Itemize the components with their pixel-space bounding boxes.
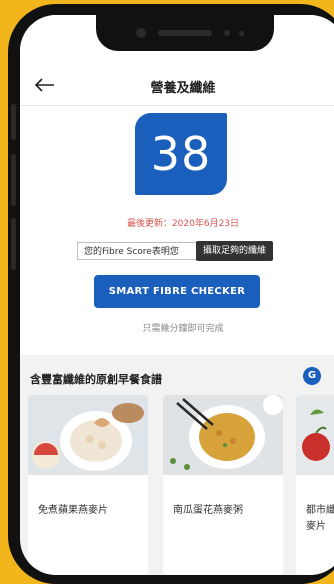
apple-oats-bowl-image: [28, 395, 148, 475]
tooltip: 攝取足夠的纖維: [196, 241, 274, 261]
brand-badge-icon[interactable]: G: [303, 367, 321, 385]
recipe-name: 南瓜蛋花燕麥粥: [173, 505, 243, 516]
sensor-icon: [224, 30, 230, 36]
smart-fibre-checker-button[interactable]: SMART FIBRE CHECKER: [94, 275, 260, 308]
app-screen: 營養及纖維 38 最後更新：2020年6月23日 您的Fibre Score表明…: [20, 15, 334, 575]
fibre-score-badge: 38: [135, 113, 227, 195]
recipe-card[interactable]: 南瓜蛋花燕麥粥: [163, 395, 283, 575]
recipe-card[interactable]: 免煮蘋果燕麥片: [28, 395, 148, 575]
recipe-card[interactable]: 都市纖 麥片: [296, 395, 334, 575]
camera-icon: [136, 28, 146, 38]
recipes-section-title: 含豐富纖維的原創早餐食譜: [30, 373, 162, 386]
sensor-icon: [239, 31, 244, 36]
recipe-name: 都市纖 麥片: [306, 505, 334, 532]
pumpkin-porridge-bowl-image: [163, 395, 283, 475]
divider: [20, 105, 334, 106]
page-title: 營養及纖維: [150, 81, 216, 96]
recipe-name: 免煮蘋果燕麥片: [38, 505, 108, 516]
score-explanation-button[interactable]: 您的Fibre Score表明您: [77, 242, 198, 260]
apple-dish-image: [296, 395, 334, 475]
phone-notch: [96, 15, 274, 51]
side-button: [11, 104, 16, 140]
side-button: [11, 154, 16, 206]
speaker-icon: [158, 30, 212, 36]
side-button: [11, 218, 16, 270]
last-updated-text: 最後更新：2020年6月23日: [126, 219, 240, 229]
checker-subtext: 只需幾分鐘即可完成: [142, 324, 224, 334]
